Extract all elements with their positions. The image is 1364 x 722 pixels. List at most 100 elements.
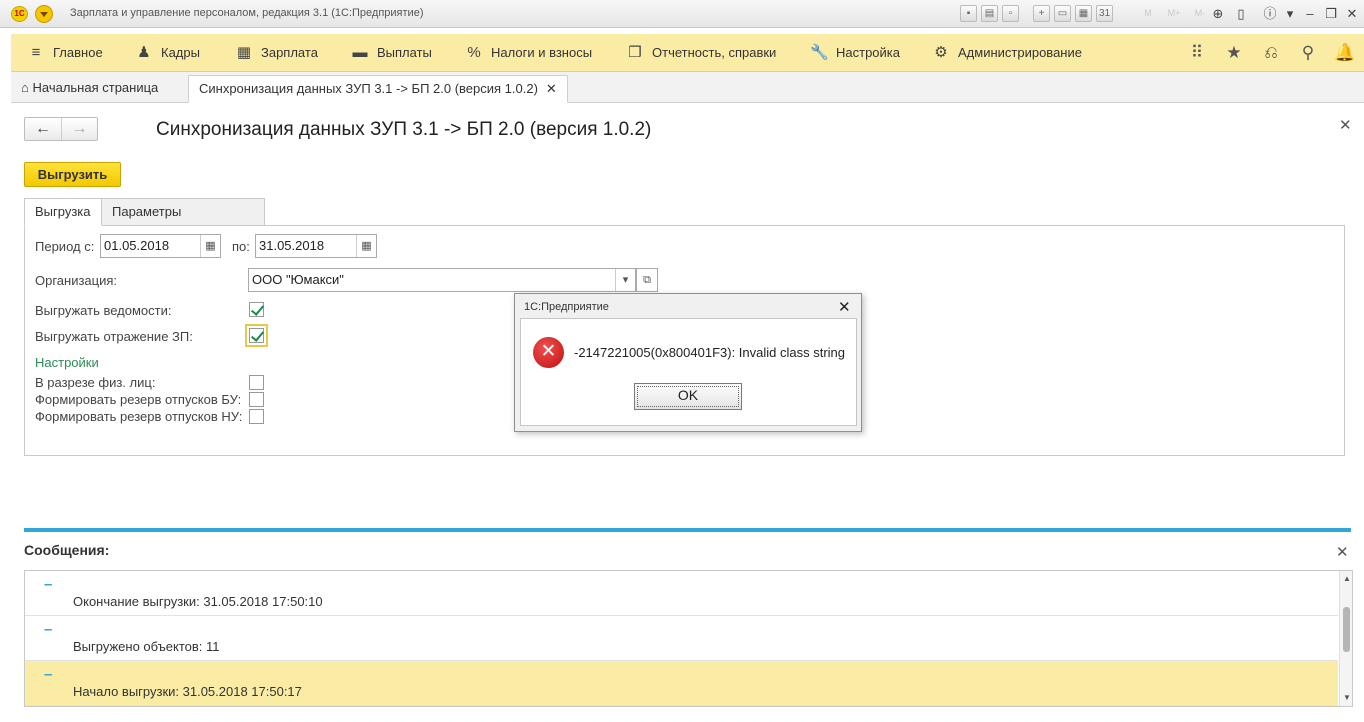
message-marker-icon: –	[44, 666, 53, 683]
preview-icon[interactable]: ▫	[1002, 5, 1019, 22]
organization-label: Организация:	[35, 273, 118, 288]
calendar-icon[interactable]: ▦	[200, 235, 220, 257]
toolbar-icons-2: + ▭ ▦ 31	[1033, 5, 1113, 23]
home-icon: ⌂	[21, 80, 29, 95]
percent-icon: %	[467, 44, 481, 61]
open-organization-icon[interactable]: ⧉	[636, 268, 658, 292]
export-statements-checkbox[interactable]	[249, 302, 264, 317]
close-tab-icon[interactable]: ✕	[546, 81, 557, 96]
period-from-label: Период с:	[35, 239, 95, 254]
minimize-icon[interactable]: –	[1300, 4, 1320, 24]
messages-scrollbar[interactable]: ▲ ▼	[1339, 571, 1352, 706]
section-main[interactable]: ≡ Главное	[27, 34, 103, 72]
message-item-selected[interactable]: – Начало выгрузки: 31.05.2018 17:50:17	[25, 661, 1338, 706]
section-taxes[interactable]: % Налоги и взносы	[465, 34, 592, 72]
title-bar: 1С Зарплата и управление персоналом, ред…	[0, 0, 1364, 28]
tab-sync-form[interactable]: Синхронизация данных ЗУП 3.1 -> БП 2.0 (…	[188, 75, 568, 103]
messages-splitter[interactable]	[24, 528, 1351, 532]
wrench-icon: 🔧	[810, 44, 829, 61]
export-zp-label: Выгружать отражение ЗП:	[35, 329, 193, 344]
print-icon[interactable]: ▤	[981, 5, 998, 22]
by-individuals-label: В разрезе физ. лиц:	[35, 375, 156, 390]
tab-export[interactable]: Выгрузка	[24, 198, 102, 226]
dialog-close-icon[interactable]: ✕	[838, 298, 851, 316]
search-icon[interactable]: ⚲	[1297, 34, 1319, 72]
error-dialog: 1С:Предприятие ✕ ✕ -2147221005(0x800401F…	[514, 293, 862, 432]
all-functions-icon[interactable]: ⠿	[1186, 34, 1208, 72]
close-form-icon[interactable]: ✕	[1339, 116, 1352, 134]
scroll-up-icon[interactable]: ▲	[1343, 574, 1351, 583]
reserve-bu-label: Формировать резерв отпусков БУ:	[35, 392, 242, 407]
calculator-icon: ▦	[236, 44, 252, 61]
messages-title: Сообщения:	[24, 542, 110, 558]
back-arrow-icon[interactable]: ←	[25, 118, 61, 140]
reserve-nu-checkbox[interactable]	[249, 409, 264, 424]
scroll-down-icon[interactable]: ▼	[1343, 693, 1351, 702]
copy-icon[interactable]: ▭	[1054, 5, 1071, 22]
wallet-icon: ▬	[352, 44, 368, 61]
messages-list: – Окончание выгрузки: 31.05.2018 17:50:1…	[24, 570, 1353, 707]
toolbar-icons: ▪ ▤ ▫	[960, 5, 1019, 23]
ok-button[interactable]: OK	[634, 383, 742, 410]
calendar-icon[interactable]: 31	[1096, 5, 1113, 22]
panels-icon[interactable]: ▯	[1231, 4, 1251, 24]
reserve-nu-label: Формировать резерв отпусков НУ:	[35, 409, 243, 424]
section-reports[interactable]: ❒ Отчетность, справки	[626, 34, 776, 72]
export-zp-checkbox[interactable]	[249, 328, 264, 343]
message-marker-icon: –	[44, 621, 53, 638]
calculator-icon[interactable]: ▦	[1075, 5, 1092, 22]
section-administration[interactable]: ⚙ Администрирование	[932, 34, 1082, 72]
section-payments[interactable]: ▬ Выплаты	[351, 34, 432, 72]
restore-icon[interactable]: ❐	[1321, 4, 1341, 24]
section-salary[interactable]: ▦ Зарплата	[235, 34, 318, 72]
message-item[interactable]: – Окончание выгрузки: 31.05.2018 17:50:1…	[25, 571, 1338, 616]
period-to-field[interactable]: 31.05.2018 ▦	[255, 234, 377, 258]
reserve-bu-checkbox[interactable]	[249, 392, 264, 407]
dialog-body: ✕ -2147221005(0x800401F3): Invalid class…	[520, 318, 857, 426]
save-icon[interactable]: ▪	[960, 5, 977, 22]
form-title: Синхронизация данных ЗУП 3.1 -> БП 2.0 (…	[156, 119, 652, 140]
history-icon[interactable]: ⎌	[1260, 34, 1282, 72]
tab-connection-params[interactable]: Параметры соединения	[101, 198, 265, 245]
by-individuals-checkbox[interactable]	[249, 375, 264, 390]
calendar-icon[interactable]: ▦	[356, 235, 376, 257]
export-button[interactable]: Выгрузить	[24, 162, 121, 187]
notifications-bell-icon[interactable]: 🔔	[1334, 34, 1356, 72]
section-settings[interactable]: 🔧 Настройка	[810, 34, 900, 72]
memory-icon[interactable]: M	[1137, 5, 1159, 22]
dropdown-arrow-icon[interactable]: ▾	[615, 269, 635, 291]
tab-home-page[interactable]: ⌂ Начальная страница	[11, 75, 168, 103]
scrollbar-thumb[interactable]	[1343, 607, 1350, 652]
window-title: Зарплата и управление персоналом, редакц…	[70, 7, 424, 19]
error-message: -2147221005(0x800401F3): Invalid class s…	[574, 345, 846, 360]
close-window-icon[interactable]: ✕	[1342, 4, 1362, 24]
error-icon: ✕	[533, 337, 564, 368]
dialog-title: 1С:Предприятие	[524, 301, 609, 313]
add-icon[interactable]: +	[1033, 5, 1050, 22]
favorites-star-icon[interactable]: ★	[1223, 34, 1245, 72]
info-menu-icon[interactable]: ▾	[1280, 4, 1300, 24]
memory-plus-icon[interactable]: M+	[1163, 5, 1185, 22]
documents-icon: ❒	[628, 44, 642, 61]
info-icon[interactable]: ⓘ	[1260, 4, 1280, 24]
organization-field[interactable]: ООО "Юмакси" ▾	[248, 268, 636, 292]
close-messages-icon[interactable]: ✕	[1336, 543, 1349, 561]
people-icon: ♟	[137, 44, 151, 61]
export-statements-label: Выгружать ведомости:	[35, 303, 172, 318]
message-marker-icon: –	[44, 576, 53, 593]
open-items-bar: ⌂ Начальная страница Синхронизация данны…	[11, 72, 1364, 103]
navigation-buttons: ← →	[24, 117, 98, 141]
settings-group-title: Настройки	[35, 355, 99, 370]
app-logo-icon: 1С	[11, 6, 28, 22]
period-to-label: по:	[232, 239, 250, 254]
memory-icons: M M+ M-	[1137, 5, 1211, 23]
section-panel: ≡ Главное ♟ Кадры ▦ Зарплата ▬ Выплаты % Нало…	[11, 34, 1364, 72]
hamburger-icon: ≡	[31, 44, 41, 61]
zoom-icon[interactable]: ⊕	[1208, 4, 1228, 24]
period-from-field[interactable]: 01.05.2018 ▦	[100, 234, 221, 258]
gear-icon: ⚙	[934, 44, 948, 61]
message-item[interactable]: – Выгружено объектов: 11	[25, 616, 1338, 661]
section-hr[interactable]: ♟ Кадры	[135, 34, 200, 72]
forward-arrow-icon[interactable]: →	[60, 118, 97, 140]
main-menu-button[interactable]	[35, 5, 53, 23]
